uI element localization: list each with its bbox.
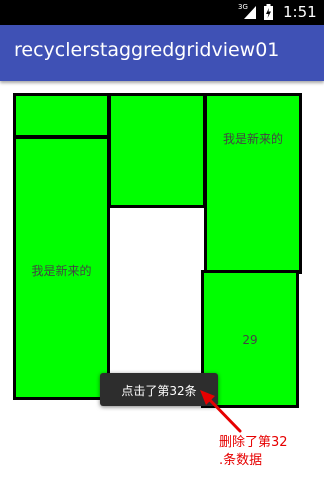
grid-item[interactable]: 我是新来的 <box>204 93 302 274</box>
grid-item[interactable] <box>108 93 206 208</box>
grid-item-label: 我是新来的 <box>31 264 92 278</box>
grid-item[interactable]: 我是新来的 <box>13 136 110 400</box>
grid-item[interactable] <box>13 93 110 138</box>
screen: 3G 1:51 recyclerstaggredgridview01 我是新来的… <box>0 0 324 489</box>
annotation-arrow-icon <box>200 390 242 433</box>
signal-icon <box>244 6 256 19</box>
grid-item-label: 29 <box>242 333 258 347</box>
clock: 1:51 <box>283 3 317 21</box>
annotation-line: 删除了第32 <box>219 435 288 450</box>
grid-item-label: 我是新来的 <box>222 132 283 146</box>
annotation-note: 删除了第32 .条数据 <box>219 434 288 470</box>
status-bar: 3G 1:51 <box>0 0 324 25</box>
battery-charging-icon <box>264 4 273 20</box>
annotation-line: .条数据 <box>219 453 263 468</box>
app-title: recyclerstaggredgridview01 <box>14 39 280 61</box>
app-bar: recyclerstaggredgridview01 <box>0 25 324 81</box>
